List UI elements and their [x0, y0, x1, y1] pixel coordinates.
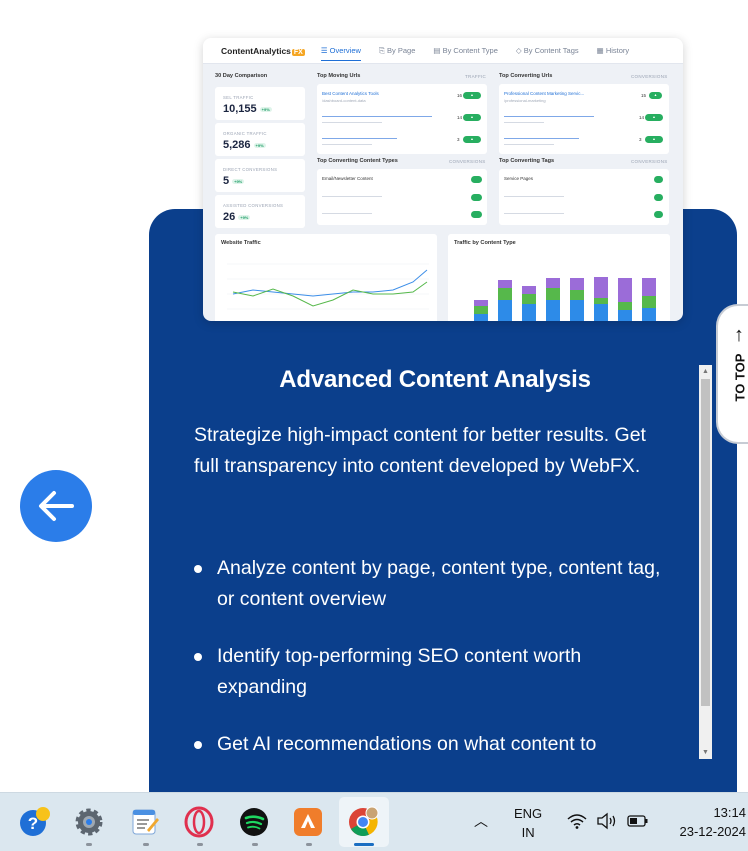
gear-icon[interactable]: [73, 806, 105, 838]
to-top-button[interactable]: ↑ TO TOP: [716, 304, 748, 444]
taskbar-running-indicator: [86, 843, 92, 846]
dashboard-tab-by-content-tags: ◇ By Content Tags: [515, 46, 579, 55]
top-converting-urls-panel: Professional Content Marketing Servic...…: [499, 84, 669, 154]
taskbar-running-indicator: [143, 843, 149, 846]
feature-title: Advanced Content Analysis: [279, 366, 591, 393]
wifi-icon[interactable]: [566, 812, 588, 830]
scroll-thumb[interactable]: [701, 379, 710, 706]
top-moving-title: Top Moving Urls: [317, 73, 361, 79]
feature-bullet-list: Analyze content by page, content type, c…: [194, 553, 674, 786]
feature-description: Strategize high-impact content for bette…: [194, 424, 646, 477]
dashboard-tab-by-content-type: ▤ By Content Type: [433, 46, 498, 55]
stat-card: DIRECT CONVERSIONS 5 +9%: [215, 159, 305, 192]
vertical-scrollbar[interactable]: ▲ ▼: [699, 365, 712, 759]
content-tags-meta: CONVERSIONS: [631, 159, 668, 164]
arrow-up-icon: ↑: [734, 324, 744, 346]
language-indicator[interactable]: ENG IN: [514, 804, 542, 842]
system-clock[interactable]: 13:14 23-12-2024: [666, 803, 747, 841]
scroll-down-arrow-icon[interactable]: ▼: [699, 746, 712, 759]
back-button[interactable]: [20, 470, 92, 542]
stat-card: SEL TRAFFIC 10,155 +9%: [215, 87, 305, 120]
stat-card: ASSISTED CONVERSIONS 26 +9%: [215, 195, 305, 228]
scroll-up-arrow-icon[interactable]: ▲: [699, 365, 712, 378]
top-converting-urls-meta: CONVERSIONS: [631, 74, 668, 79]
website-traffic-panel: Website Traffic: [215, 234, 437, 321]
chrome-icon[interactable]: [347, 806, 379, 838]
list-item: Identify top-performing SEO content wort…: [194, 641, 674, 703]
dashboard-preview-image: ContentAnalytics FX ☰ Overview ⎘ By Page …: [203, 38, 683, 321]
dashboard-tab-by-page: ⎘ By Page: [378, 45, 416, 55]
list-item: Get AI recommendations on what content t…: [194, 729, 674, 760]
to-top-label: TO TOP: [732, 353, 748, 402]
website-traffic-chart: [227, 263, 429, 310]
dashboard-brand: ContentAnalytics FX: [221, 45, 305, 56]
battery-icon[interactable]: [627, 812, 649, 830]
help-icon[interactable]: ?: [18, 806, 50, 838]
arrow-left-icon: [39, 491, 74, 521]
top-moving-meta: TRAFFIC: [465, 74, 487, 79]
content-types-meta: CONVERSIONS: [449, 159, 486, 164]
top-converting-urls-title: Top Converting Urls: [499, 73, 553, 79]
content-tags-panel: Service Pages: [499, 169, 669, 225]
taskbar-running-indicator: [197, 843, 203, 846]
dashboard-topbar: ContentAnalytics FX ☰ Overview ⎘ By Page …: [203, 38, 683, 64]
dashboard-tab-history: ▦ History: [596, 46, 630, 55]
traffic-by-type-chart: [474, 277, 656, 321]
spotify-icon[interactable]: [238, 806, 270, 838]
volume-icon[interactable]: [596, 812, 618, 830]
comparison-title: 30 Day Comparison: [215, 73, 268, 79]
content-types-title: Top Converting Content Types: [317, 158, 398, 164]
opera-icon[interactable]: [183, 806, 215, 838]
taskbar-active-indicator: [354, 843, 374, 846]
chevron-up-icon[interactable]: ︿: [474, 811, 488, 831]
taskbar-running-indicator: [252, 843, 258, 846]
top-moving-panel: Best Content Analytics Tools /dashboard-…: [317, 84, 487, 154]
list-item: Analyze content by page, content type, c…: [194, 553, 674, 615]
notepad-icon[interactable]: [129, 806, 161, 838]
content-tags-title: Top Converting Tags: [499, 158, 555, 164]
app-icon[interactable]: [292, 806, 324, 838]
content-types-panel: Email/Newsletter Content: [317, 169, 487, 225]
taskbar-running-indicator: [306, 843, 312, 846]
traffic-by-type-panel: Traffic by Content Type: [448, 234, 670, 321]
stat-card: ORGANIC TRAFFIC 5,286 +9%: [215, 123, 305, 156]
dashboard-tab-overview: ☰ Overview: [320, 46, 361, 61]
